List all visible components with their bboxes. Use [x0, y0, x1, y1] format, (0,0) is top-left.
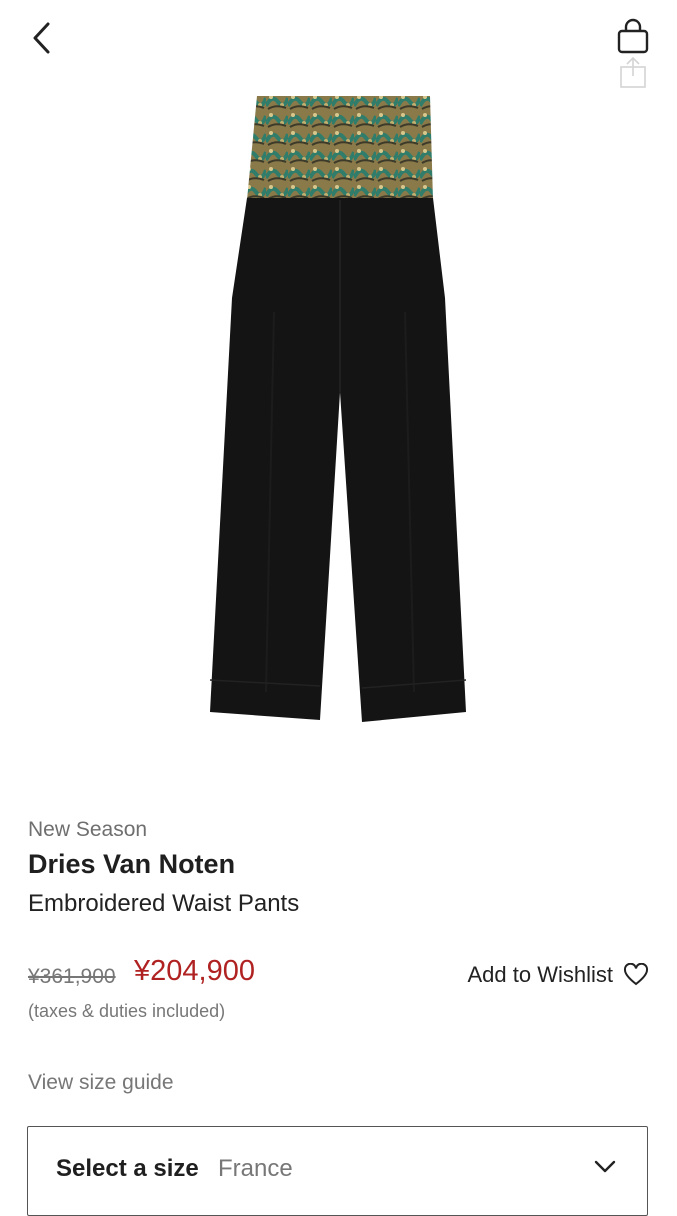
sale-price: ¥204,900	[134, 955, 255, 987]
share-icon	[620, 56, 646, 88]
season-label: New Season	[28, 818, 148, 841]
tax-note: (taxes & duties included)	[28, 1001, 226, 1021]
size-select-label: Select a size	[56, 1155, 199, 1182]
shopping-bag-icon	[617, 18, 649, 54]
product-photo	[209, 96, 467, 722]
size-region-label: France	[218, 1155, 293, 1182]
heart-outline-icon	[623, 963, 649, 986]
back-button[interactable]	[22, 16, 62, 60]
chevron-down-icon	[594, 1160, 616, 1173]
product-image[interactable]	[200, 92, 480, 732]
size-guide-link[interactable]: View size guide	[28, 1071, 174, 1095]
shopping-bag-button[interactable]	[612, 18, 654, 56]
chevron-left-icon	[33, 22, 50, 54]
share-button[interactable]	[614, 56, 652, 90]
wishlist-label: Add to Wishlist	[467, 962, 614, 987]
size-select[interactable]: Select a size France	[27, 1126, 648, 1216]
add-to-wishlist-button[interactable]: Add to Wishlist	[468, 962, 650, 988]
brand-name[interactable]: Dries Van Noten	[28, 849, 235, 880]
original-price: ¥361,900	[28, 965, 116, 988]
product-name: Embroidered Waist Pants	[28, 890, 300, 917]
